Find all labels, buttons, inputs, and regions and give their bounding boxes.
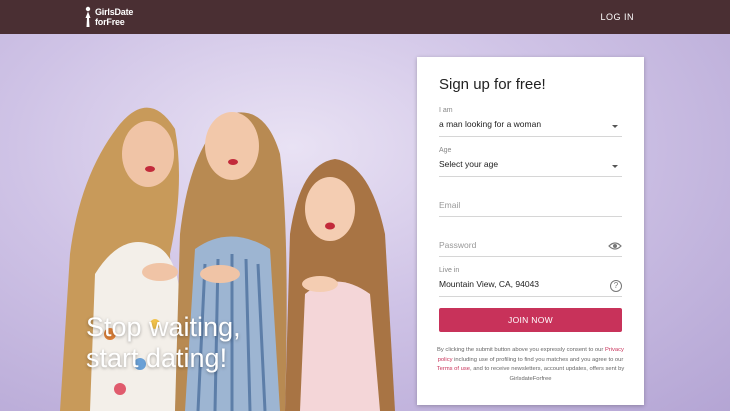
login-link[interactable]: LOG IN xyxy=(600,12,634,22)
logo-line-2: forFree xyxy=(95,17,125,27)
live-label: Live in xyxy=(439,267,460,274)
logo-text: GirlsDate forFree xyxy=(95,7,133,27)
headline-line-1: Stop waiting, xyxy=(86,312,241,342)
age-select[interactable]: Age Select your age xyxy=(439,147,622,177)
age-label: Age xyxy=(439,147,452,154)
site-logo[interactable]: GirlsDate forFree xyxy=(84,5,133,29)
email-field[interactable]: Email xyxy=(439,200,622,217)
chevron-down-icon xyxy=(612,125,618,128)
age-value: Select your age xyxy=(439,159,499,169)
hero-headline: Stop waiting, start dating! xyxy=(86,312,241,374)
legal-part-3: , and to receive newsletters, account up… xyxy=(469,366,625,382)
terms-of-use-link[interactable]: Terms of use xyxy=(437,366,470,372)
live-value: Mountain View, CA, 94043 xyxy=(439,279,540,289)
help-icon[interactable]: ? xyxy=(610,280,622,292)
iam-select[interactable]: I am a man looking for a woman xyxy=(439,107,622,137)
headline-line-2: start dating! xyxy=(86,343,228,373)
password-field[interactable]: Password xyxy=(439,240,622,257)
iam-value: a man looking for a woman xyxy=(439,119,542,129)
eye-icon[interactable] xyxy=(608,241,622,251)
legal-part-1: By clicking the submit button above you … xyxy=(437,347,605,353)
logo-line-1: GirlsDate xyxy=(95,7,134,17)
iam-label: I am xyxy=(439,107,453,114)
legal-text: By clicking the submit button above you … xyxy=(435,346,626,384)
signup-card: Sign up for free! I am a man looking for… xyxy=(417,57,644,405)
woman-silhouette-icon xyxy=(85,6,91,27)
signup-title: Sign up for free! xyxy=(439,76,546,93)
join-now-button[interactable]: JOIN NOW xyxy=(439,308,622,332)
location-field[interactable]: Live in Mountain View, CA, 94043 ? xyxy=(439,267,622,297)
email-placeholder: Email xyxy=(439,200,461,210)
legal-part-2: including use of profiling to find you m… xyxy=(452,356,624,363)
top-navigation-bar: GirlsDate forFree LOG IN xyxy=(0,0,730,34)
chevron-down-icon xyxy=(612,165,618,168)
password-placeholder: Password xyxy=(439,240,477,250)
